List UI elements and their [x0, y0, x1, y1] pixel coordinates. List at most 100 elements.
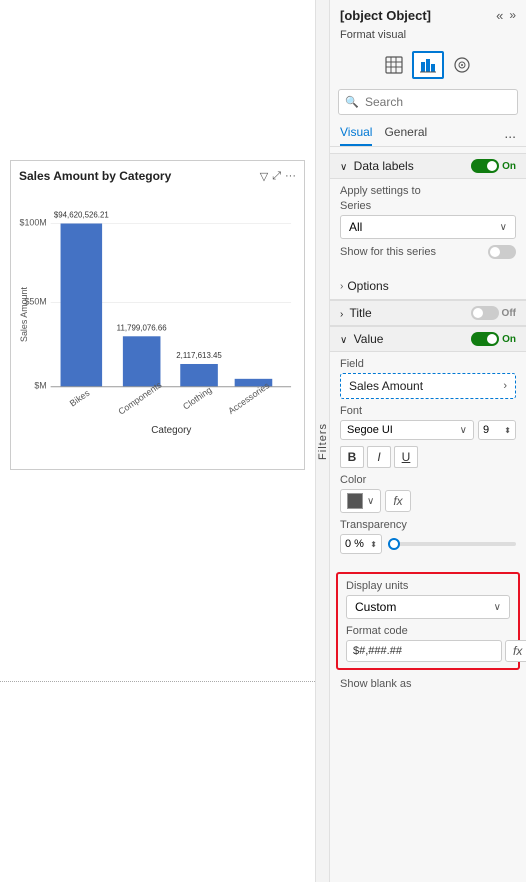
color-fx-button[interactable]: fx: [385, 490, 410, 512]
title-toggle-wrap[interactable]: Off: [471, 306, 516, 320]
svg-text:$94,620,526.21: $94,620,526.21: [54, 211, 110, 220]
color-row: ∨ fx: [340, 489, 516, 513]
font-row: Segoe UI ∨ 9 ⬍: [340, 420, 516, 440]
format-visual-label: Format visual: [330, 27, 526, 47]
bar-chart-icon-btn[interactable]: [412, 51, 444, 79]
viz-panel-title: [object Object]: [340, 8, 431, 23]
font-family-dropdown[interactable]: Segoe UI ∨: [340, 420, 474, 440]
transparency-slider-track[interactable]: [388, 542, 516, 546]
format-code-input[interactable]: [346, 640, 502, 662]
svg-text:$100M: $100M: [20, 217, 47, 227]
format-code-label: Format code: [346, 625, 510, 637]
value-toggle-wrap[interactable]: On: [471, 332, 516, 346]
font-family-value: Segoe UI: [347, 424, 393, 436]
font-label: Font: [340, 405, 516, 417]
color-label: Color: [340, 474, 516, 486]
format-code-fx-button[interactable]: fx: [505, 640, 526, 662]
data-labels-label: ∨ Data labels: [340, 159, 414, 173]
dotted-separator: [0, 681, 315, 682]
svg-text:Category: Category: [151, 425, 191, 436]
svg-text:$M: $M: [34, 381, 46, 391]
field-box-arrow: ›: [503, 380, 507, 392]
display-units-dropdown[interactable]: Custom ∨: [346, 595, 510, 619]
tab-visual[interactable]: Visual: [340, 121, 372, 146]
value-toggle-label: On: [502, 334, 516, 345]
transparency-value: 0 %: [345, 538, 364, 550]
value-section-content: Field Sales Amount › Font Segoe UI ∨ 9 ⬍…: [330, 352, 526, 568]
viz-icon-row: [330, 47, 526, 85]
show-for-series-knob: [490, 247, 500, 257]
chart-panel: Sales Amount by Category ▽ ⤢ ··· $100M $…: [0, 0, 330, 882]
analytics-icon-btn[interactable]: [446, 51, 478, 79]
transparency-row: Transparency 0 % ⬍: [340, 519, 516, 554]
color-swatch-wrap[interactable]: ∨: [340, 489, 381, 513]
font-size-value: 9: [483, 424, 489, 436]
options-chevron: ›: [340, 281, 343, 292]
show-for-series-toggle[interactable]: [488, 245, 516, 259]
search-input[interactable]: [338, 89, 518, 115]
italic-button[interactable]: I: [367, 446, 391, 468]
series-label: Series: [340, 200, 516, 212]
data-labels-toggle-wrap[interactable]: On: [471, 159, 516, 173]
svg-text:Bikes: Bikes: [68, 387, 92, 408]
svg-text:Sales Amount: Sales Amount: [19, 287, 29, 342]
show-blank-as-row: Show blank as: [330, 674, 526, 694]
series-dropdown-value: All: [349, 220, 362, 234]
value-section-header[interactable]: ∨ Value On: [330, 326, 526, 352]
apply-settings-section: Apply settings to Series All ∨ Show for …: [330, 179, 526, 273]
options-label: Options: [347, 279, 388, 293]
title-section-label: › Title: [340, 306, 372, 320]
transparency-input-row: 0 % ⬍: [340, 534, 516, 554]
svg-text:11,799,076.66: 11,799,076.66: [117, 323, 168, 332]
bold-button[interactable]: B: [340, 446, 364, 468]
title-toggle-label: Off: [502, 308, 516, 319]
value-toggle-knob: [487, 334, 497, 344]
title-section-header[interactable]: › Title Off: [330, 300, 526, 326]
filter-icon[interactable]: ▽: [260, 170, 268, 183]
data-labels-toggle[interactable]: [471, 159, 499, 173]
options-section[interactable]: › Options: [330, 273, 526, 300]
collapse-panel-icon[interactable]: «: [496, 8, 503, 23]
viz-header-icons: « »: [496, 8, 516, 23]
expand-icon[interactable]: ⤢: [272, 170, 281, 183]
more-options-icon[interactable]: ···: [285, 170, 296, 183]
format-code-row: fx: [346, 640, 510, 662]
apply-settings-label: Apply settings to: [340, 185, 516, 197]
display-units-value: Custom: [355, 600, 396, 614]
field-label: Field: [340, 358, 516, 370]
viz-header: [object Object] « »: [330, 0, 526, 27]
chart-title-icons: ▽ ⤢ ···: [260, 170, 296, 183]
text-format-row: B I U: [340, 446, 516, 468]
title-toggle[interactable]: [471, 306, 499, 320]
field-box-value: Sales Amount: [349, 379, 423, 393]
tab-more-options[interactable]: ...: [504, 121, 516, 146]
data-labels-section-header[interactable]: ∨ Data labels On: [330, 153, 526, 179]
svg-text:2,117,613.45: 2,117,613.45: [176, 351, 222, 360]
filters-sidebar[interactable]: Filters: [315, 0, 329, 882]
underline-button[interactable]: U: [394, 446, 418, 468]
value-toggle[interactable]: [471, 332, 499, 346]
data-labels-toggle-label: On: [502, 161, 516, 172]
series-dropdown[interactable]: All ∨: [340, 215, 516, 239]
transparency-slider-knob: [388, 538, 400, 550]
font-size-box[interactable]: 9 ⬍: [478, 420, 516, 440]
display-units-section: Display units Custom ∨ Format code fx: [336, 572, 520, 670]
show-blank-as-label: Show blank as: [340, 678, 516, 690]
color-swatch: [347, 493, 363, 509]
transparency-input[interactable]: 0 % ⬍: [340, 534, 382, 554]
field-box[interactable]: Sales Amount ›: [340, 373, 516, 399]
display-units-arrow: ∨: [494, 602, 501, 613]
transparency-label: Transparency: [340, 519, 516, 531]
data-labels-toggle-knob: [487, 161, 497, 171]
expand-panel-icon[interactable]: »: [509, 8, 516, 23]
show-for-series-row: Show for this series: [340, 245, 516, 259]
font-family-arrow: ∨: [460, 425, 467, 436]
title-toggle-knob: [473, 308, 483, 318]
filters-label: Filters: [317, 423, 329, 460]
value-section-label: ∨ Value: [340, 332, 383, 346]
tab-general[interactable]: General: [384, 121, 427, 146]
chart-container: Sales Amount by Category ▽ ⤢ ··· $100M $…: [10, 160, 305, 470]
visualizations-panel: [object Object] « » Format visual: [330, 0, 526, 882]
table-icon-btn[interactable]: [378, 51, 410, 79]
search-bar: 🔍: [338, 89, 518, 115]
